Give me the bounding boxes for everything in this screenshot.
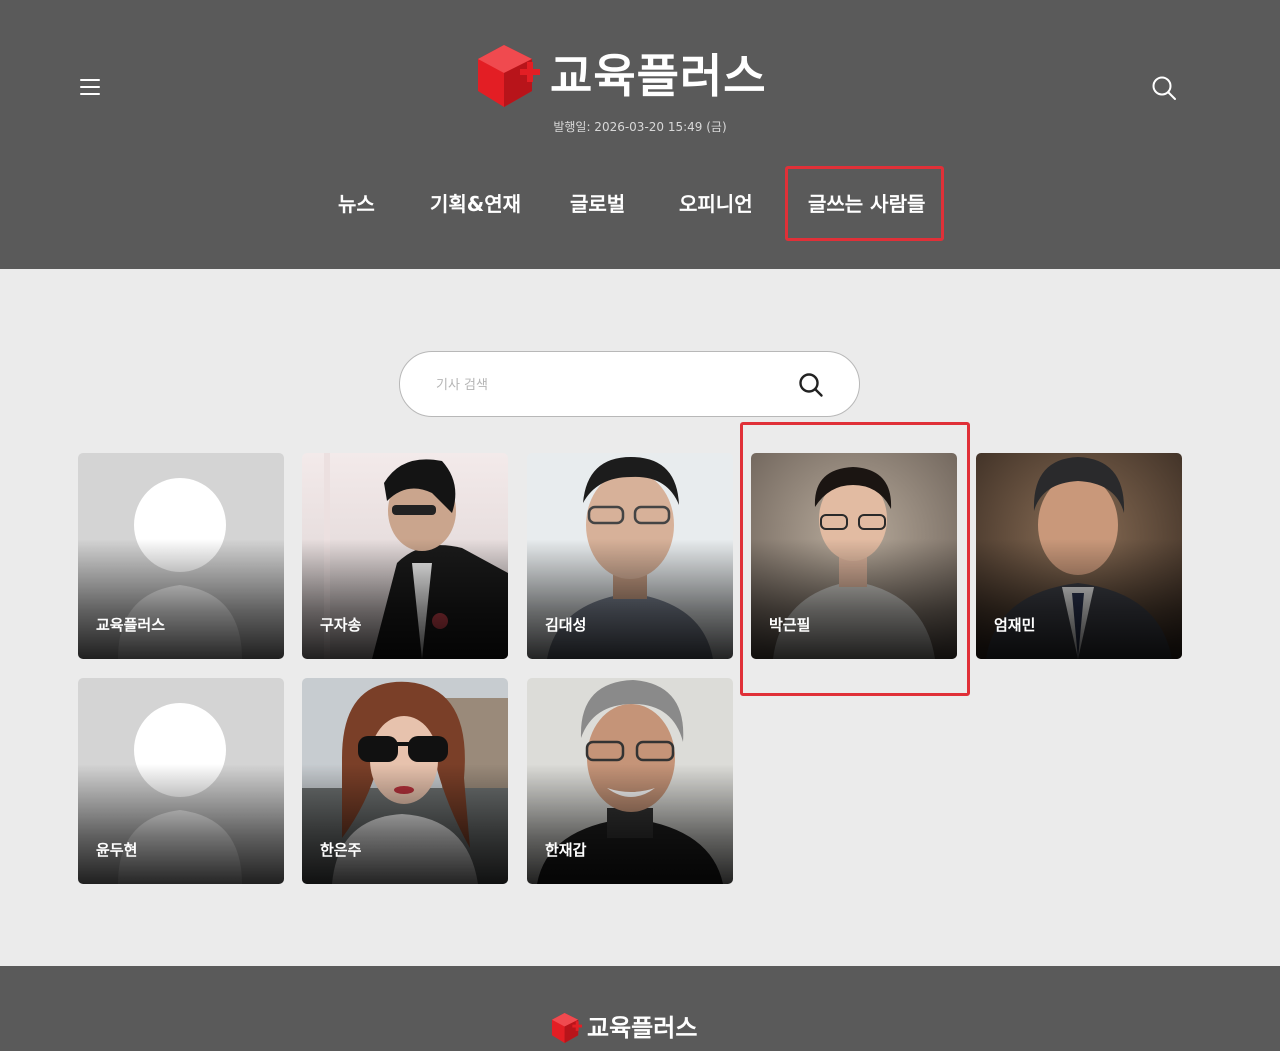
writer-card[interactable]: 교육플러스 — [78, 453, 284, 659]
writer-name: 구자송 — [320, 616, 362, 634]
writer-card[interactable]: 엄재민 — [976, 453, 1182, 659]
logo-mark-icon — [478, 45, 540, 107]
highlight-box-nav — [785, 166, 944, 241]
site-header: 교육플러스 발행일: 2026-03-20 15:49 (금) 뉴스 기획&연재… — [0, 0, 1280, 269]
search-button[interactable] — [797, 371, 825, 399]
site-logo[interactable]: 교육플러스 — [476, 42, 767, 110]
writer-name: 윤두현 — [96, 841, 138, 859]
writer-card[interactable]: 한은주 — [302, 678, 508, 884]
nav-features[interactable]: 기획&연재 — [430, 168, 521, 240]
main-nav: 뉴스 기획&연재 글로벌 오피니언 글쓰는 사람들 — [0, 168, 1280, 240]
search-input[interactable] — [436, 370, 776, 400]
writer-name: 김대성 — [545, 616, 587, 634]
writer-card[interactable]: 구자송 — [302, 453, 508, 659]
logo-text: 교육플러스 — [550, 49, 767, 103]
writer-name: 교육플러스 — [96, 616, 166, 634]
nav-news[interactable]: 뉴스 — [338, 168, 375, 240]
writer-card[interactable]: 윤두현 — [78, 678, 284, 884]
site-footer: 교육플러스 — [0, 966, 1280, 1051]
nav-global[interactable]: 글로벌 — [570, 168, 625, 240]
search-icon — [799, 373, 823, 397]
hamburger-menu-icon[interactable] — [78, 76, 102, 98]
footer-logo[interactable]: 교육플러스 — [551, 1012, 697, 1044]
search-icon[interactable] — [1150, 74, 1178, 102]
logo-mark-icon — [551, 1012, 583, 1044]
writer-card[interactable]: 한재갑 — [527, 678, 733, 884]
article-search-bar — [399, 351, 860, 417]
publish-date: 발행일: 2026-03-20 15:49 (금) — [553, 120, 727, 134]
highlight-box-card — [740, 422, 970, 696]
nav-opinion[interactable]: 오피니언 — [679, 168, 753, 240]
writer-card[interactable]: 김대성 — [527, 453, 733, 659]
writer-name: 엄재민 — [994, 616, 1036, 634]
writer-name: 한재갑 — [545, 841, 587, 859]
footer-logo-text: 교육플러스 — [587, 1014, 698, 1042]
writer-name: 한은주 — [320, 841, 362, 859]
